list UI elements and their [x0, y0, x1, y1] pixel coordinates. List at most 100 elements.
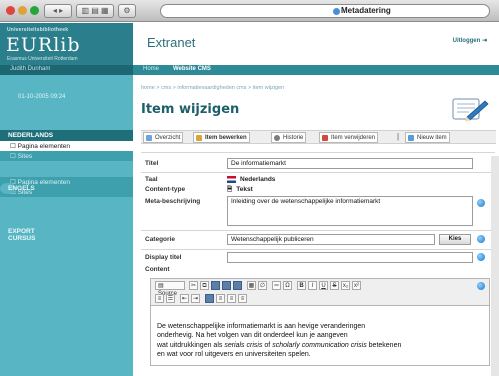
- special-char-icon[interactable]: Ω: [283, 281, 292, 290]
- source-icon: ▤: [158, 283, 164, 289]
- bullet-icon: ☐: [10, 143, 16, 150]
- view-icons-icon[interactable]: ▥ ▤ ▦: [81, 6, 108, 15]
- content-label: Content: [145, 266, 170, 273]
- meta-label: Meta-beschrijving: [145, 198, 201, 205]
- meta-description-input[interactable]: Inleiding over de wetenschappelijke info…: [227, 196, 473, 226]
- indent-icon[interactable]: ⇥: [191, 294, 200, 303]
- home-link[interactable]: Home: [143, 66, 159, 72]
- align-center-icon[interactable]: ≡: [216, 294, 225, 303]
- logout-icon: ⇥: [481, 38, 487, 44]
- breadcrumb[interactable]: home > cms > informatievaardigheden cms …: [141, 85, 284, 91]
- help-icon[interactable]: [477, 235, 485, 243]
- sidebar-section-nederlands: NEDERLANDS ☐ Pagina elementen ☐ Sites: [0, 130, 133, 161]
- help-icon[interactable]: [477, 282, 485, 290]
- editor-text-run: wat uitdrukkingen als: [157, 341, 225, 349]
- nav-bar: Home Website CMS: [133, 65, 499, 75]
- back-forward-buttons[interactable]: ◂ ▸: [44, 4, 72, 18]
- minimize-window-button[interactable]: [18, 6, 27, 15]
- logout-link[interactable]: Uitloggen ⇥: [453, 37, 487, 44]
- logout-label: Uitloggen: [452, 38, 481, 44]
- edit-document-icon: [452, 98, 489, 122]
- editor-text-run: of: [262, 341, 273, 349]
- sidebar: 01-10-2005 09:24 NEDERLANDS ☐ Pagina ele…: [0, 75, 133, 376]
- bulleted-list-icon[interactable]: ☰: [166, 294, 175, 303]
- sidebar-section-engels: ENGELS ☐ Pagina elementen ☐ Sites: [0, 177, 133, 197]
- help-icon[interactable]: [477, 253, 485, 261]
- logo-area: Universiteitsbibliotheek EURlib Erasmus …: [0, 23, 133, 65]
- history-button-label: Historie: [283, 135, 304, 141]
- categorie-label: Categorie: [145, 236, 175, 243]
- categorie-input[interactable]: Wetenschappelijk publiceren: [227, 234, 435, 245]
- new-item-button[interactable]: Nieuw item: [405, 132, 450, 143]
- horizontal-rule-icon[interactable]: ═: [272, 281, 281, 290]
- new-item-button-label: Nieuw item: [417, 135, 447, 141]
- document-icon: 🗎: [227, 186, 233, 193]
- table-icon[interactable]: ▦: [247, 281, 256, 290]
- edit-item-button-label: Item bewerken: [205, 135, 247, 141]
- action-bar: Overzicht Item bewerken Historie Item ve…: [141, 130, 496, 144]
- outdent-icon[interactable]: ⇤: [180, 294, 189, 303]
- superscript-icon[interactable]: x²: [352, 281, 361, 290]
- taal-value-text: Nederlands: [240, 176, 276, 184]
- underline-icon[interactable]: U: [319, 281, 328, 290]
- delete-item-button[interactable]: Item verwijderen: [319, 132, 379, 143]
- window-title: Metadatering: [341, 6, 391, 15]
- paste-text-icon[interactable]: [222, 281, 231, 290]
- view-switcher[interactable]: ▥ ▤ ▦: [76, 4, 114, 18]
- display-title-label: Display titel: [145, 254, 182, 261]
- editor-content[interactable]: De wetenschappelijke informatiemarkt is …: [157, 322, 477, 359]
- date-box: 01-10-2005 09:24: [0, 75, 133, 130]
- forward-icon[interactable]: ▸: [59, 6, 63, 15]
- paste-word-icon[interactable]: [233, 281, 242, 290]
- taal-label: Taal: [145, 176, 158, 183]
- history-button[interactable]: Historie: [271, 132, 307, 143]
- scrollbar[interactable]: [491, 156, 499, 376]
- align-right-icon[interactable]: ≡: [227, 294, 236, 303]
- sidebar-section-title[interactable]: NEDERLANDS: [0, 130, 133, 141]
- back-icon[interactable]: ◂: [53, 6, 57, 15]
- italic-icon[interactable]: I: [308, 281, 317, 290]
- divider: [141, 249, 495, 250]
- align-left-icon[interactable]: [205, 294, 214, 303]
- editor-toolbar-row-2: ≡ ☰ ⇤ ⇥ ≡ ≡ ≡: [155, 294, 485, 305]
- zoom-window-button[interactable]: [30, 6, 39, 15]
- editor-toolbar: ▤ Source ✂ ⧉ ▦ ∅ ═ Ω B I U S x₂ x² ≡ ☰ ⇤…: [150, 278, 490, 306]
- page-title: Item wijzigen: [141, 102, 240, 117]
- sidebar-item-sites-nl[interactable]: ☐ Sites: [0, 151, 133, 161]
- date-text: 01-10-2005 09:24: [18, 94, 66, 100]
- editor-text-run: betekenen: [366, 341, 402, 349]
- paste-icon[interactable]: [211, 281, 220, 290]
- edit-item-button[interactable]: Item bewerken: [193, 132, 250, 143]
- strikethrough-icon[interactable]: S: [330, 281, 339, 290]
- source-button[interactable]: ▤ Source: [155, 281, 185, 297]
- align-justify-icon[interactable]: ≡: [238, 294, 247, 303]
- editor-toolbar-row-1: ▤ Source ✂ ⧉ ▦ ∅ ═ Ω B I U S x₂ x²: [155, 281, 485, 297]
- globe-icon: [333, 8, 340, 15]
- gear-icon: ⚙: [123, 6, 131, 15]
- sidebar-section-title[interactable]: EXPORT CURSUS: [0, 226, 35, 242]
- site-link[interactable]: Website CMS: [173, 66, 211, 72]
- close-window-button[interactable]: [6, 6, 15, 15]
- help-icon[interactable]: [477, 199, 485, 207]
- copy-icon[interactable]: ⧉: [200, 281, 209, 290]
- link-icon[interactable]: ∅: [258, 281, 267, 290]
- overview-button-label: Overzicht: [155, 135, 181, 141]
- titel-input[interactable]: De informatiemarkt: [227, 158, 473, 169]
- bold-icon[interactable]: B: [297, 281, 306, 290]
- titel-label: Titel: [145, 160, 159, 167]
- overview-icon: [146, 135, 152, 141]
- title-bar: ◂ ▸ ▥ ▤ ▦ ⚙ Metadatering: [0, 0, 499, 22]
- browser-window: ◂ ▸ ▥ ▤ ▦ ⚙ Metadatering Universiteitsbi…: [0, 0, 499, 376]
- overview-button[interactable]: Overzicht: [143, 132, 184, 143]
- sidebar-section-title[interactable]: ENGELS: [0, 183, 35, 194]
- choose-category-button[interactable]: Kies: [439, 234, 471, 245]
- cut-icon[interactable]: ✂: [189, 281, 198, 290]
- numbered-list-icon[interactable]: ≡: [155, 294, 164, 303]
- editor-line: wat uitdrukkingen als serials crisis of …: [157, 341, 477, 350]
- logo: EURlib: [6, 34, 81, 56]
- action-menu-button[interactable]: ⚙: [118, 4, 136, 18]
- display-title-input[interactable]: [227, 252, 473, 263]
- edit-icon: [196, 135, 202, 141]
- sidebar-item-pagina-elementen-nl[interactable]: ☐ Pagina elementen: [0, 141, 133, 151]
- subscript-icon[interactable]: x₂: [341, 281, 350, 290]
